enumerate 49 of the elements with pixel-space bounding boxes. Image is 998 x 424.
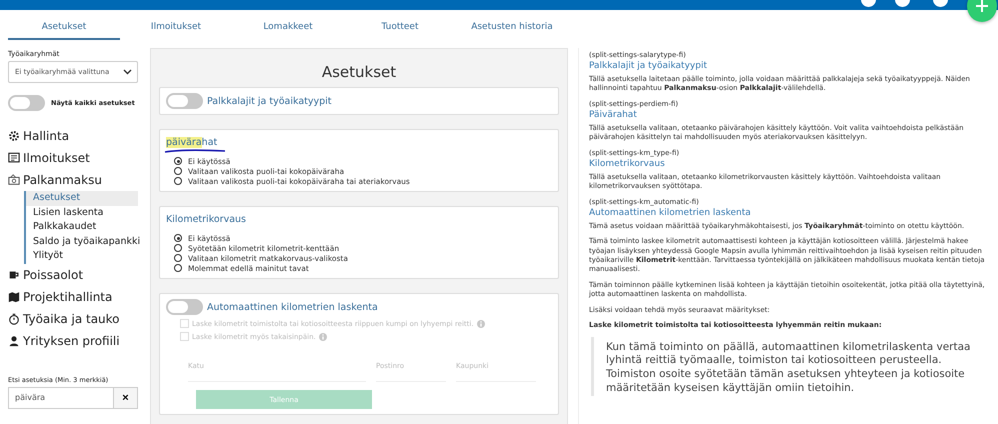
gear-icon bbox=[8, 130, 20, 142]
toggle-switch[interactable] bbox=[8, 95, 45, 111]
setting-title: päivärahat bbox=[166, 137, 218, 148]
radio-button[interactable] bbox=[174, 244, 182, 252]
nav-item[interactable]: Yrityksen profiili bbox=[8, 330, 138, 352]
underline-mark bbox=[164, 148, 226, 154]
setting-title: Kilometrikorvaus bbox=[166, 214, 247, 225]
money-icon bbox=[8, 174, 20, 186]
chevron-down-icon bbox=[123, 69, 132, 75]
nav-item[interactable]: Ilmoitukset bbox=[8, 147, 138, 169]
notes-icon bbox=[8, 152, 20, 164]
help-title: Kilometrikorvaus bbox=[589, 158, 666, 169]
tab[interactable]: Asetukset bbox=[8, 16, 120, 40]
radio-button[interactable] bbox=[174, 167, 182, 175]
help-quote: Kun tämä toiminto on päällä, automaattinen kilometrilaskenta vertaa lyhintä reittiä työmaalle, toimiston tai kotiosoitteen perusteella. Toimiston osoite syötetään tämän asetuksen yhteyteen ja kotiosoite määritetään kyseisen käyttäjän omiin tietoihin. bbox=[591, 336, 986, 396]
setting-title: Automaattinen kilometrien laskenta bbox=[207, 302, 378, 312]
plus-icon bbox=[975, 0, 989, 13]
nav-item[interactable]: Projektihallinta bbox=[8, 286, 138, 308]
radio-button[interactable] bbox=[174, 157, 182, 165]
search-field[interactable]: päivära × bbox=[8, 386, 138, 408]
radio-button[interactable] bbox=[174, 177, 182, 185]
toggle-switch[interactable] bbox=[166, 299, 203, 315]
nav-item[interactable]: Poissaolot bbox=[8, 264, 138, 286]
sub-nav-item[interactable]: Ylityöt bbox=[26, 249, 138, 264]
nav-item[interactable]: Palkanmaksu bbox=[8, 169, 138, 191]
help-title: Automaattinen kilometrien laskenta bbox=[589, 208, 752, 218]
tab[interactable]: Tuotteet bbox=[344, 16, 456, 40]
stopwatch-icon bbox=[8, 312, 20, 324]
nav-item[interactable]: Hallinta bbox=[8, 125, 138, 147]
sub-nav-item[interactable]: Saldo ja työaikapankki bbox=[26, 234, 138, 249]
help-title: Päivärahat bbox=[589, 110, 638, 120]
sub-nav-item[interactable]: Lisien laskenta bbox=[26, 206, 138, 220]
radio-button[interactable] bbox=[174, 254, 182, 262]
map-icon bbox=[8, 290, 20, 302]
nav-item[interactable]: Työaika ja tauko bbox=[8, 308, 138, 330]
tab[interactable]: Ilmoitukset bbox=[120, 16, 232, 40]
setting-title: Palkkalajit ja työaikatyypit bbox=[207, 96, 332, 106]
clear-button[interactable]: × bbox=[113, 388, 137, 408]
help-title: Palkkalajit ja työaikatyypit bbox=[589, 61, 708, 71]
radio-button[interactable] bbox=[174, 264, 182, 272]
radio-button[interactable] bbox=[174, 234, 182, 242]
tab[interactable]: Asetusten historia bbox=[456, 16, 568, 40]
tab[interactable]: Lomakkeet bbox=[232, 16, 344, 40]
toggle-switch[interactable] bbox=[166, 93, 203, 109]
panel-title: Asetukset bbox=[320, 63, 398, 81]
cup-icon bbox=[8, 268, 20, 280]
person-icon bbox=[8, 334, 20, 346]
sub-nav-item[interactable]: Asetukset bbox=[26, 191, 138, 206]
sub-nav-item[interactable]: Palkkakaudet bbox=[26, 220, 138, 234]
